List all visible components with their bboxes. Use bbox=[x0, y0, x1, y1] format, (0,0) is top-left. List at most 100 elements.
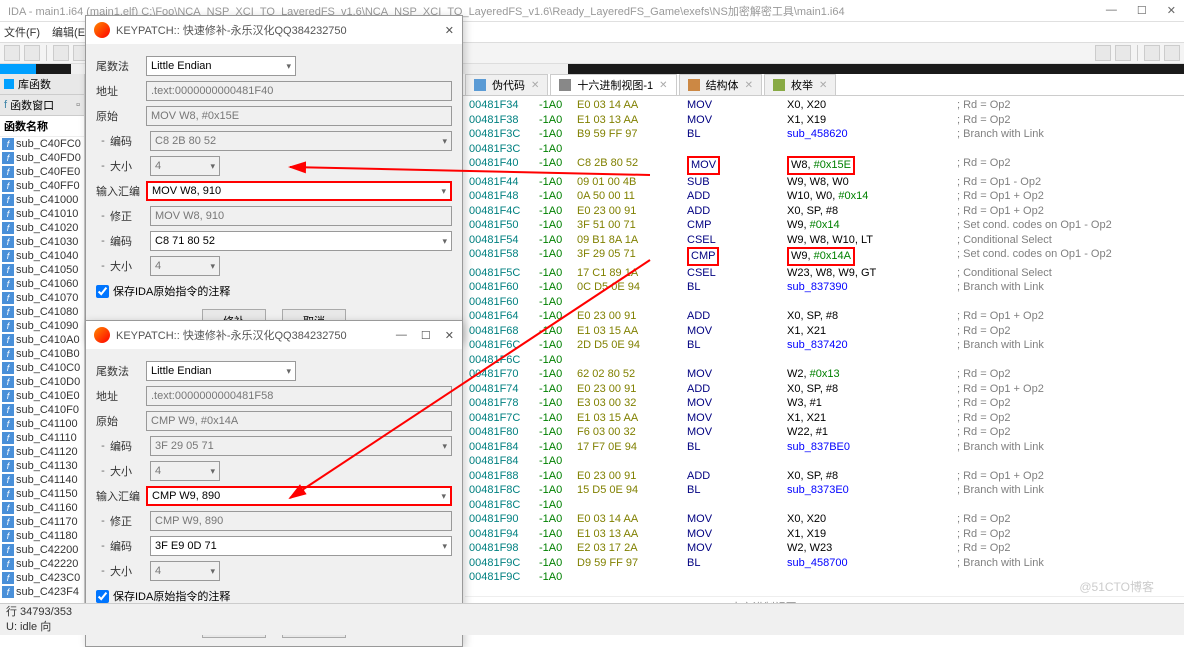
disasm-row[interactable]: 00481F3C-1A0 bbox=[469, 142, 1180, 157]
dlg-close-icon[interactable]: ✕ bbox=[445, 329, 454, 342]
disasm-row[interactable]: 00481F54-1A009 B1 8A 1ACSELW9, W8, W10, … bbox=[469, 233, 1180, 248]
tb-open-icon[interactable] bbox=[4, 45, 20, 61]
fn-item[interactable]: fsub_C41120 bbox=[0, 445, 84, 459]
fn-item[interactable]: fsub_C41070 bbox=[0, 291, 84, 305]
tb-tool3-icon[interactable] bbox=[1144, 45, 1160, 61]
tab-pseudocode[interactable]: 伪代码✕ bbox=[465, 74, 548, 95]
disasm-row[interactable]: 00481F9C-1A0D9 59 FF 97BLsub_458700; Bra… bbox=[469, 556, 1180, 571]
fn-item[interactable]: fsub_C40FC0 bbox=[0, 137, 84, 151]
fn-item[interactable]: fsub_C41130 bbox=[0, 459, 84, 473]
save-comment-checkbox[interactable] bbox=[96, 590, 109, 603]
fn-item[interactable]: fsub_C423C0 bbox=[0, 571, 84, 585]
endian-select[interactable]: Little Endian▾ bbox=[146, 361, 296, 381]
fn-item[interactable]: fsub_C41110 bbox=[0, 431, 84, 445]
disasm-row[interactable]: 00481F44-1A009 01 00 4BSUBW9, W8, W0; Rd… bbox=[469, 175, 1180, 190]
dlg-max-icon[interactable]: ☐ bbox=[421, 329, 431, 342]
fn-item[interactable]: fsub_C40FD0 bbox=[0, 151, 84, 165]
tb-tool4-icon[interactable] bbox=[1164, 45, 1180, 61]
disasm-row[interactable]: 00481F84-1A017 F7 0E 94BLsub_837BE0; Bra… bbox=[469, 440, 1180, 455]
menu-file[interactable]: 文件(F) bbox=[4, 24, 40, 40]
fn-item[interactable]: fsub_C41020 bbox=[0, 221, 84, 235]
dlg-close-icon[interactable]: ✕ bbox=[445, 24, 454, 37]
disasm-row[interactable]: 00481F38-1A0E1 03 13 AAMOVX1, X19; Rd = … bbox=[469, 113, 1180, 128]
tab-hexview[interactable]: 十六进制视图-1✕ bbox=[550, 74, 676, 95]
disasm-row[interactable]: 00481F8C-1A0 bbox=[469, 498, 1180, 513]
function-icon: f bbox=[2, 152, 14, 164]
disasm-row[interactable]: 00481F84-1A0 bbox=[469, 454, 1180, 469]
menu-edit[interactable]: 编辑(E) bbox=[52, 24, 89, 40]
fn-item[interactable]: fsub_C41170 bbox=[0, 515, 84, 529]
save-comment-checkbox[interactable] bbox=[96, 285, 109, 298]
encoding2-field[interactable]: 3F E9 0D 71▾ bbox=[150, 536, 452, 556]
disasm-row[interactable]: 00481F80-1A0F6 03 00 32MOVW22, #1; Rd = … bbox=[469, 425, 1180, 440]
disasm-row[interactable]: 00481F98-1A0E2 03 17 2AMOVW2, W23; Rd = … bbox=[469, 541, 1180, 556]
close-icon[interactable]: ✕ bbox=[1167, 4, 1176, 17]
function-icon: f bbox=[2, 320, 14, 332]
disasm-row[interactable]: 00481F3C-1A0B9 59 FF 97BLsub_458620; Bra… bbox=[469, 127, 1180, 142]
encoding2-field[interactable]: C8 71 80 52▾ bbox=[150, 231, 452, 251]
disasm-row[interactable]: 00481F78-1A0E3 03 00 32MOVW3, #1; Rd = O… bbox=[469, 396, 1180, 411]
disasm-row[interactable]: 00481F48-1A00A 50 00 11ADDW10, W0, #0x14… bbox=[469, 189, 1180, 204]
fn-item[interactable]: fsub_C41080 bbox=[0, 305, 84, 319]
disasm-row[interactable]: 00481F34-1A0E0 03 14 AAMOVX0, X20; Rd = … bbox=[469, 98, 1180, 113]
disasm-row[interactable]: 00481F68-1A0E1 03 15 AAMOVX1, X21; Rd = … bbox=[469, 324, 1180, 339]
assembly-input[interactable]: CMP W9, 890▾ bbox=[146, 486, 452, 506]
fn-item[interactable]: fsub_C423F4 bbox=[0, 585, 84, 599]
disassembly-view[interactable]: 00481F34-1A0E0 03 14 AAMOVX0, X20; Rd = … bbox=[465, 96, 1184, 594]
disasm-row[interactable]: 00481F70-1A062 02 80 52MOVW2, #0x13; Rd … bbox=[469, 367, 1180, 382]
fn-item[interactable]: fsub_C41160 bbox=[0, 501, 84, 515]
fn-item[interactable]: fsub_C41060 bbox=[0, 277, 84, 291]
fn-item[interactable]: fsub_C41140 bbox=[0, 473, 84, 487]
endian-select[interactable]: Little Endian▾ bbox=[146, 56, 296, 76]
fn-item[interactable]: fsub_C41000 bbox=[0, 193, 84, 207]
fn-item[interactable]: fsub_C40FE0 bbox=[0, 165, 84, 179]
fn-item[interactable]: fsub_C410A0 bbox=[0, 333, 84, 347]
tb-tool1-icon[interactable] bbox=[1095, 45, 1111, 61]
function-icon: f bbox=[2, 362, 14, 374]
disasm-row[interactable]: 00481F58-1A03F 29 05 71CMPW9, #0x14A; Se… bbox=[469, 247, 1180, 266]
tb-tool2-icon[interactable] bbox=[1115, 45, 1131, 61]
disasm-row[interactable]: 00481F8C-1A015 D5 0E 94BLsub_8373E0; Bra… bbox=[469, 483, 1180, 498]
fn-item[interactable]: fsub_C410C0 bbox=[0, 361, 84, 375]
disasm-row[interactable]: 00481F94-1A0E1 03 13 AAMOVX1, X19; Rd = … bbox=[469, 527, 1180, 542]
fn-item[interactable]: fsub_C410F0 bbox=[0, 403, 84, 417]
fn-item[interactable]: fsub_C41180 bbox=[0, 529, 84, 543]
pin-icon[interactable]: ▫ bbox=[76, 99, 80, 111]
fn-item[interactable]: fsub_C41100 bbox=[0, 417, 84, 431]
fn-item[interactable]: fsub_C41090 bbox=[0, 319, 84, 333]
disasm-row[interactable]: 00481F6C-1A0 bbox=[469, 353, 1180, 368]
fn-item[interactable]: fsub_C40FF0 bbox=[0, 179, 84, 193]
fn-item[interactable]: fsub_C41040 bbox=[0, 249, 84, 263]
tab-structures[interactable]: 结构体✕ bbox=[679, 74, 762, 95]
tb-search-icon[interactable] bbox=[53, 45, 69, 61]
fn-item[interactable]: fsub_C410B0 bbox=[0, 347, 84, 361]
fn-item[interactable]: fsub_C410D0 bbox=[0, 375, 84, 389]
disasm-row[interactable]: 00481F74-1A0E0 23 00 91ADDX0, SP, #8; Rd… bbox=[469, 382, 1180, 397]
maximize-icon[interactable]: ☐ bbox=[1137, 4, 1147, 17]
disasm-row[interactable]: 00481F9C-1A0 bbox=[469, 570, 1180, 585]
disasm-row[interactable]: 00481F60-1A00C D5 0E 94BLsub_837390; Bra… bbox=[469, 280, 1180, 295]
tab-enums[interactable]: 枚举✕ bbox=[764, 74, 836, 95]
disasm-row[interactable]: 00481F50-1A03F 51 00 71CMPW9, #0x14; Set… bbox=[469, 218, 1180, 233]
disasm-row[interactable]: 00481F7C-1A0E1 03 15 AAMOVX1, X21; Rd = … bbox=[469, 411, 1180, 426]
disasm-row[interactable]: 00481F88-1A0E0 23 00 91ADDX0, SP, #8; Rd… bbox=[469, 469, 1180, 484]
disasm-row[interactable]: 00481F6C-1A02D D5 0E 94BLsub_837420; Bra… bbox=[469, 338, 1180, 353]
fn-item[interactable]: fsub_C41150 bbox=[0, 487, 84, 501]
fn-item[interactable]: fsub_C41030 bbox=[0, 235, 84, 249]
fn-item[interactable]: fsub_C410E0 bbox=[0, 389, 84, 403]
disasm-row[interactable]: 00481F60-1A0 bbox=[469, 295, 1180, 310]
fn-item[interactable]: fsub_C42200 bbox=[0, 543, 84, 557]
disasm-row[interactable]: 00481F40-1A0C8 2B 80 52MOVW8, #0x15E; Rd… bbox=[469, 156, 1180, 175]
disasm-row[interactable]: 00481F4C-1A0E0 23 00 91ADDX0, SP, #8; Rd… bbox=[469, 204, 1180, 219]
tb-save-icon[interactable] bbox=[24, 45, 40, 61]
minimize-icon[interactable]: — bbox=[1106, 4, 1117, 17]
disasm-row[interactable]: 00481F64-1A0E0 23 00 91ADDX0, SP, #8; Rd… bbox=[469, 309, 1180, 324]
fn-item[interactable]: fsub_C41050 bbox=[0, 263, 84, 277]
disasm-row[interactable]: 00481F5C-1A017 C1 89 1ACSELW23, W8, W9, … bbox=[469, 266, 1180, 281]
fn-item[interactable]: fsub_C41010 bbox=[0, 207, 84, 221]
assembly-input[interactable]: MOV W8, 910▾ bbox=[146, 181, 452, 201]
dlg-min-icon[interactable]: — bbox=[396, 329, 407, 342]
fn-item[interactable]: fsub_C42220 bbox=[0, 557, 84, 571]
fn-name-col[interactable]: 函数名称 bbox=[0, 116, 84, 137]
disasm-row[interactable]: 00481F90-1A0E0 03 14 AAMOVX0, X20; Rd = … bbox=[469, 512, 1180, 527]
